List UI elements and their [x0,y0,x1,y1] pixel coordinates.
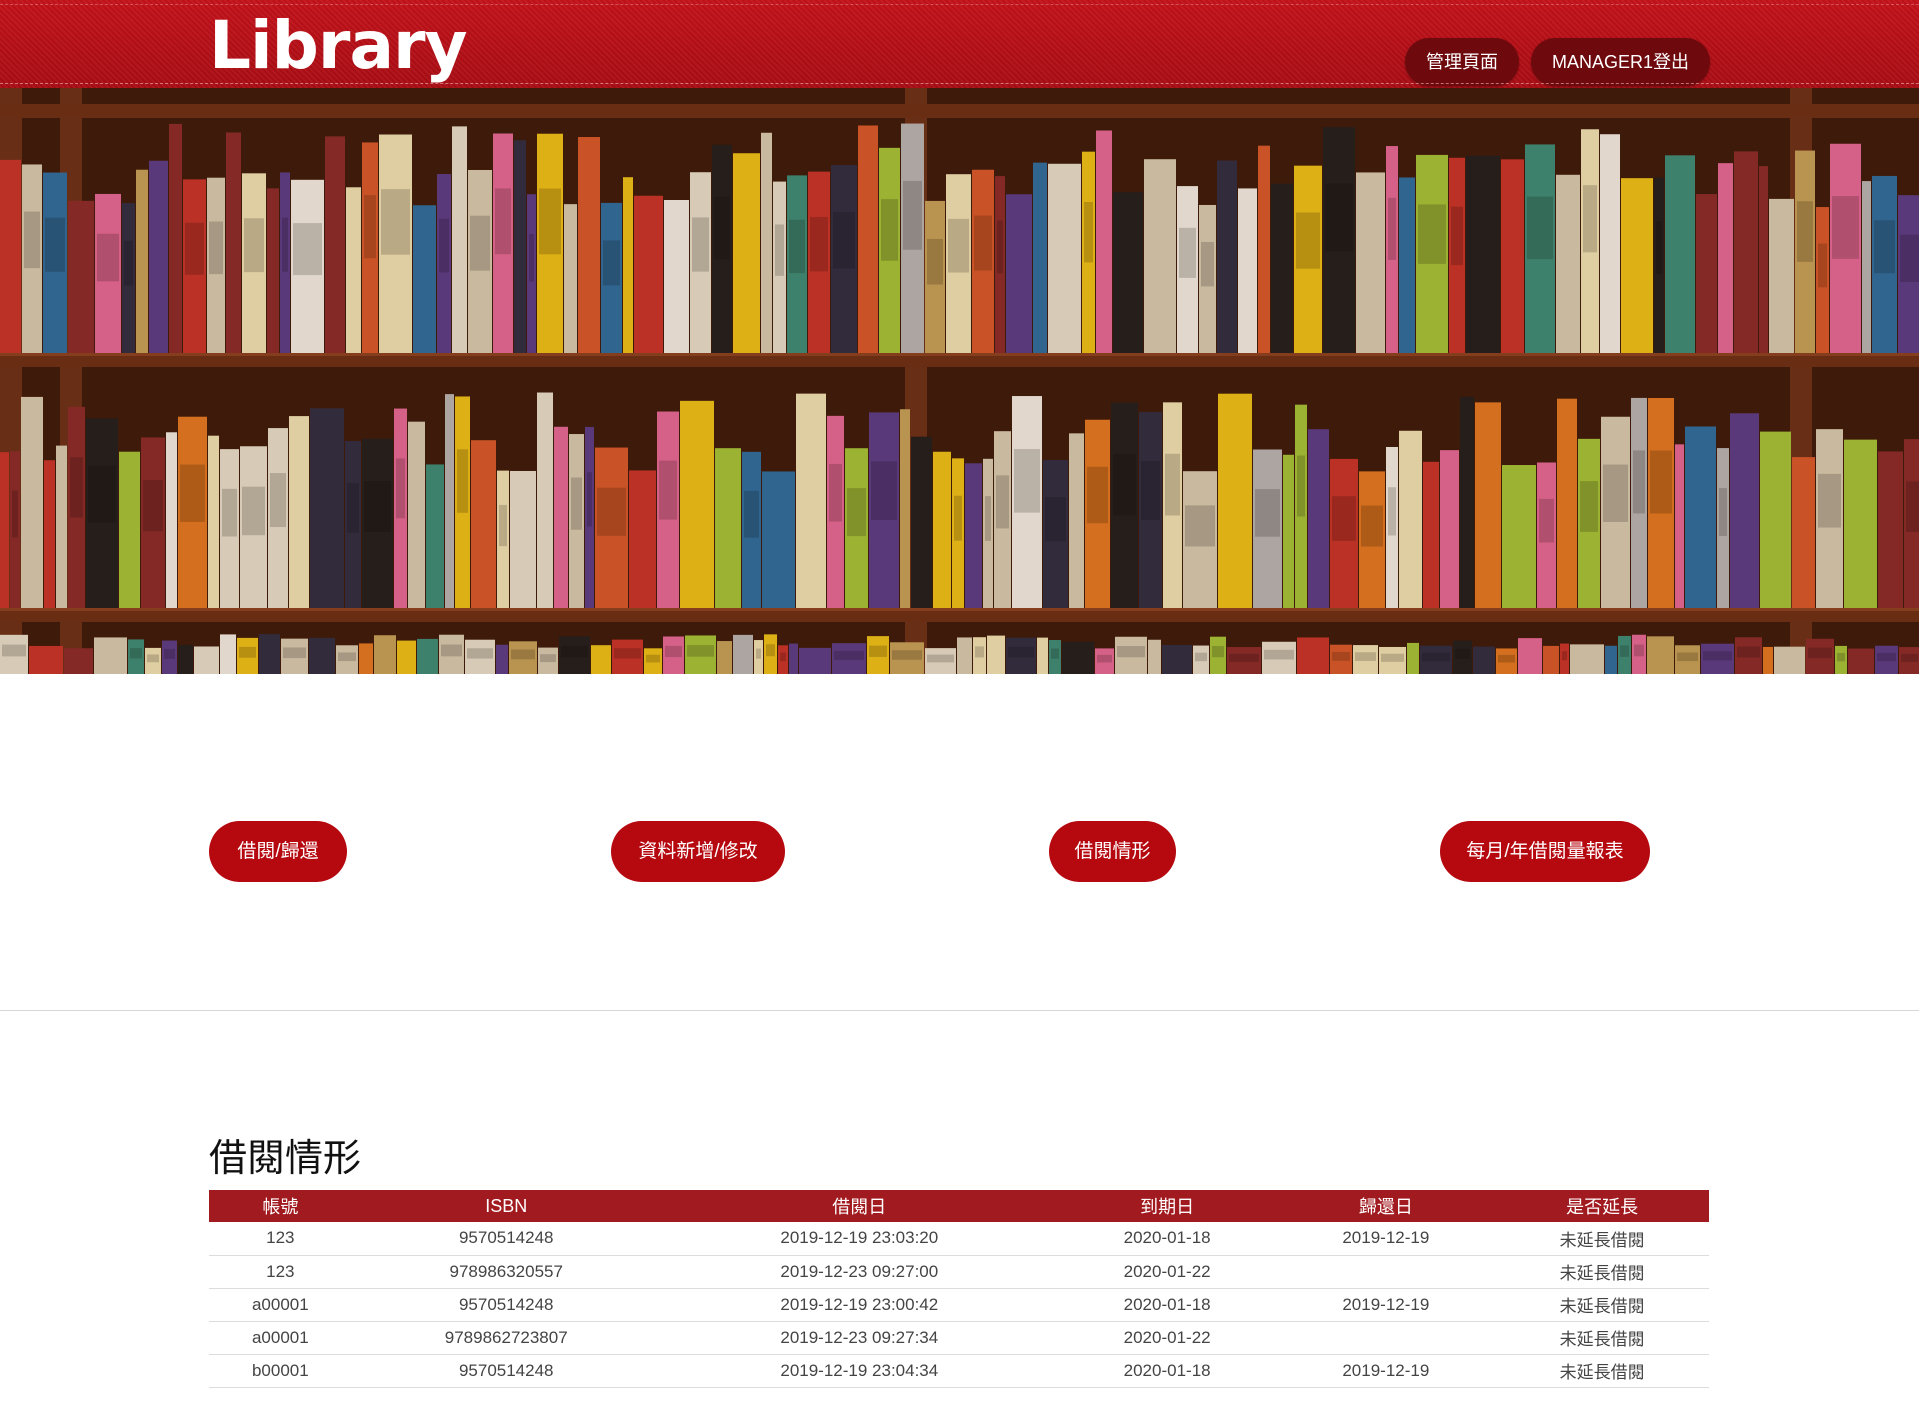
table-row: b00001 9570514248 2019-12-19 23:04:34 2020-… [209,1354,1709,1388]
table-cell: 123 [209,1255,352,1289]
table-cell: 9789862723807 [351,1321,661,1355]
table-cell: 未延長借閱 [1495,1321,1709,1355]
table-row: a00001 9570514248 2019-12-19 23:00:42 2020-… [209,1288,1709,1322]
table-header-row: 帳號 ISBN 借閱日 到期日 歸還日 是否延長 [209,1190,1709,1222]
column-header: 借閱日 [660,1190,1058,1222]
logout-button[interactable]: MANAGER1登出 [1530,38,1710,86]
table-cell: 2020-01-22 [1057,1321,1277,1355]
monthly-yearly-report-button[interactable]: 每月/年借閱量報表 [1440,821,1650,882]
section-title: 借閱情形 [209,1136,362,1180]
table-cell: 978986320557 [351,1255,661,1289]
table-cell: 2020-01-22 [1057,1255,1277,1289]
column-header: 歸還日 [1276,1190,1496,1222]
table-cell: 2020-01-18 [1057,1354,1277,1388]
table-cell: 2019-12-19 [1276,1288,1496,1322]
table-cell: 2019-12-19 [1276,1222,1496,1256]
section-divider [0,1010,1919,1011]
table-cell: 2020-01-18 [1057,1288,1277,1322]
table-row: a00001 9789862723807 2019-12-23 09:27:34 20… [209,1321,1709,1355]
data-edit-button[interactable]: 資料新增/修改 [611,821,785,882]
column-header: 到期日 [1057,1190,1277,1222]
table-cell: 9570514248 [351,1288,661,1322]
borrow-return-button[interactable]: 借閱/歸還 [209,821,347,882]
table-cell [1276,1255,1496,1289]
table-cell: 2020-01-18 [1057,1222,1277,1256]
table-cell: 未延長借閱 [1495,1222,1709,1256]
table-cell: 9570514248 [351,1222,661,1256]
table-cell: 2019-12-19 23:04:34 [660,1354,1058,1388]
site-logo[interactable]: Library [209,6,468,86]
admin-page-button[interactable]: 管理頁面 [1404,38,1519,86]
action-bar: 借閱/歸還 資料新增/修改 借閱情形 每月/年借閱量報表 [0,821,1919,882]
column-header: 是否延長 [1495,1190,1709,1222]
table-cell: 未延長借閱 [1495,1255,1709,1289]
hero-bookshelf-image [0,88,1919,674]
table-cell: b00001 [209,1354,352,1388]
column-header: 帳號 [209,1190,352,1222]
table-cell: a00001 [209,1288,352,1322]
table-cell: a00001 [209,1321,352,1355]
table-cell: 123 [209,1222,352,1256]
table-cell: 未延長借閱 [1495,1354,1709,1388]
table-cell: 2019-12-23 09:27:00 [660,1255,1058,1289]
bookshelf-illustration [0,88,1919,674]
table-cell [1276,1321,1496,1355]
table-row: 123 978986320557 2019-12-23 09:27:00 2020-0… [209,1255,1709,1289]
column-header: ISBN [351,1190,661,1222]
table-cell: 2019-12-19 23:03:20 [660,1222,1058,1256]
borrow-records-table: 帳號 ISBN 借閱日 到期日 歸還日 是否延長 123 9570514248 20… [209,1190,1709,1388]
table-cell: 2019-12-19 [1276,1354,1496,1388]
table-cell: 9570514248 [351,1354,661,1388]
top-nav: 管理頁面 MANAGER1登出 [1404,38,1710,86]
table-row: 123 9570514248 2019-12-19 23:03:20 2020-01-… [209,1222,1709,1256]
table-cell: 2019-12-23 09:27:34 [660,1321,1058,1355]
table-cell: 未延長借閱 [1495,1288,1709,1322]
borrow-status-button[interactable]: 借閱情形 [1049,821,1176,882]
site-header: Library 管理頁面 MANAGER1登出 [0,0,1919,88]
table-cell: 2019-12-19 23:00:42 [660,1288,1058,1322]
